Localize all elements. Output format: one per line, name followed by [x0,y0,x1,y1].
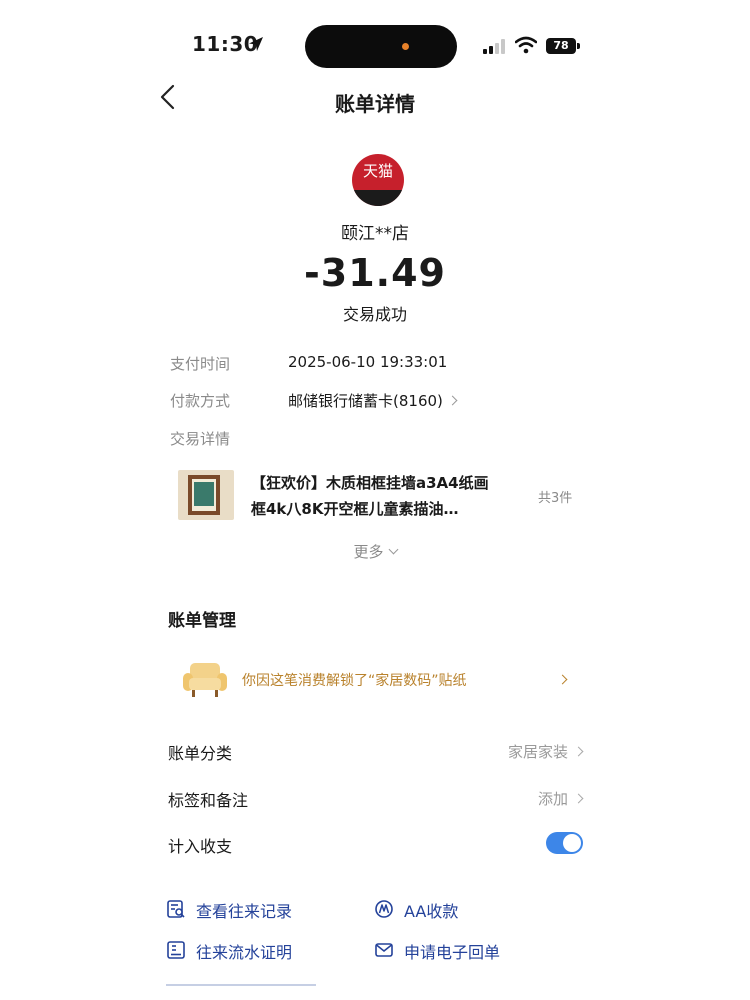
page-title: 账单详情 [335,92,415,116]
tmall-cat-icon [352,190,404,206]
pay-time-label: 支付时间 [170,355,231,373]
location-arrow-icon [249,37,263,51]
aa-collect-label: AA收款 [404,902,459,921]
chevron-right-icon [447,395,458,406]
privacy-indicator-dot [402,43,409,50]
bill-category-value: 家居家装 [507,743,568,761]
transaction-status: 交易成功 [342,305,407,324]
aa-collect-icon [375,900,393,918]
e-receipt-button[interactable]: 申请电子回单 [374,938,524,962]
tags-notes-row[interactable]: 标签和备注 添加 [168,782,586,812]
aa-collect-button[interactable]: AA收款 [374,897,494,921]
merchant-name: 颐江**店 [341,224,409,244]
logo-text: 天猫 [362,162,393,180]
bill-category-row[interactable]: 账单分类 家居家装 [168,735,586,765]
chevron-right-icon [573,746,584,757]
chevron-right-icon [557,674,568,685]
e-receipt-label: 申请电子回单 [404,943,501,962]
statement-proof-icon [167,941,185,959]
chevron-down-icon [388,544,398,555]
wifi-icon [515,36,537,54]
product-count: 共3件 [538,491,573,506]
bill-management-title: 账单管理 [168,611,236,631]
frame-artwork [194,482,214,506]
dynamic-island [305,25,457,68]
transaction-amount: -31.49 [304,251,446,295]
tags-notes-label: 标签和备注 [168,791,249,810]
merchant-logo: 天猫 [352,154,404,206]
product-title[interactable]: 【狂欢价】木质相框挂墙a3A4纸画框4k八8K开空框儿童素描油… [251,470,496,522]
toggle-knob [563,834,581,852]
pay-method-value: 邮储银行储蓄卡(8160) [288,392,443,410]
count-in-toggle[interactable] [546,832,583,854]
cellular-signal-icon [483,39,505,54]
statement-proof-label: 往来流水证明 [196,943,293,962]
count-in-label: 计入收支 [168,837,233,856]
sticker-unlock-text: 你因这笔消费解锁了“家居数码”贴纸 [242,673,467,689]
product-thumbnail[interactable] [178,470,234,520]
count-in-row: 计入收支 [168,828,528,858]
pay-method-link[interactable]: 邮储银行储蓄卡(8160) [288,390,458,411]
tags-notes-value: 添加 [537,790,568,808]
pay-method-label: 付款方式 [170,392,231,410]
record-search-icon [167,900,185,918]
bill-category-label: 账单分类 [168,744,233,763]
chevron-right-icon [573,793,584,804]
view-records-button[interactable]: 查看往来记录 [166,897,316,921]
statement-proof-button[interactable]: 往来流水证明 [166,938,316,962]
cut-off-row [166,984,326,994]
battery-indicator: 78 [546,38,576,54]
view-records-label: 查看往来记录 [196,902,293,921]
more-button[interactable]: 更多 [0,541,750,562]
mail-receipt-icon [375,943,393,957]
trade-detail-label: 交易详情 [170,430,231,448]
sofa-icon [183,663,227,697]
sticker-unlock-banner[interactable]: 你因这笔消费解锁了“家居数码”贴纸 [168,650,586,710]
battery-nub [577,43,580,49]
pay-time-value: 2025-06-10 19:33:01 [288,353,448,371]
more-label: 更多 [353,543,384,561]
